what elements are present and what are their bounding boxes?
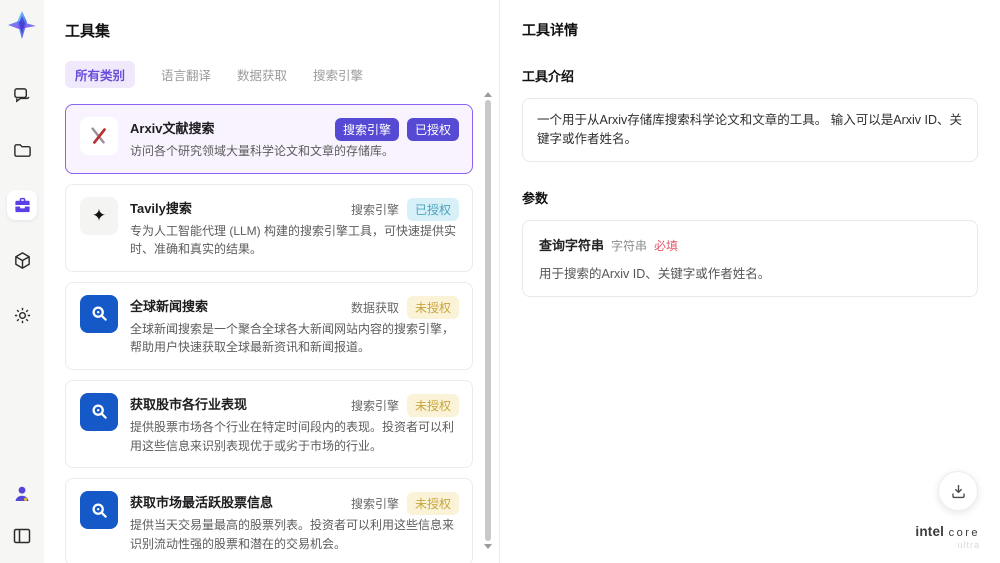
tool-list-item-1[interactable]: ✦ Tavily搜索 专为人工智能代理 (LLM) 构建的搜索引擎工具，可快速提… <box>65 183 473 272</box>
param-desc: 用于搜索的Arxiv ID、关键字或作者姓名。 <box>539 266 771 281</box>
tool-status-badge: 已授权 <box>406 118 459 141</box>
tab-1[interactable]: 语言翻译 <box>161 61 211 88</box>
tool-intro-text: 一个用于从Arxiv存储库搜索科学论文和文章的工具。 输入可以是Arxiv ID… <box>522 98 978 162</box>
params-heading: 参数 <box>522 190 549 206</box>
tool-badges: 搜索引擎 已授权 <box>350 197 459 221</box>
tool-list-item-3[interactable]: 获取股市各行业表现 提供股票市场各个行业在特定时间段内的表现。投资者可以利用这些… <box>65 379 473 469</box>
core-logo-text: core <box>948 526 980 539</box>
tab-3[interactable]: 搜索引擎 <box>313 61 363 88</box>
detail-title: 工具详情 <box>522 22 578 38</box>
tool-desc: 访问各个研究领域大量科学论文和文章的存储库。 <box>130 144 395 158</box>
tab-2[interactable]: 数据获取 <box>237 61 287 88</box>
arxiv-icon <box>80 117 118 155</box>
tool-list-item-0[interactable]: Arxiv文献搜索 访问各个研究领域大量科学论文和文章的存储库。 搜索引擎 已授权 <box>65 104 473 174</box>
tool-badges: 搜索引擎 未授权 <box>350 393 459 417</box>
param-card: 查询字符串 字符串 必填 用于搜索的Arxiv ID、关键字或作者姓名。 <box>522 219 978 297</box>
scrollbar-down-arrow-icon[interactable] <box>484 544 492 549</box>
chat-icon[interactable] <box>7 80 37 110</box>
rail-bottom <box>7 479 37 551</box>
app-logo-icon <box>7 10 37 40</box>
tool-category-badge: 数据获取 <box>350 300 399 315</box>
search-blue-icon <box>80 491 118 530</box>
tool-category-badge: 搜索引擎 <box>350 497 399 512</box>
list-scrollbar[interactable] <box>484 92 492 549</box>
tool-badges: 搜索引擎 已授权 <box>334 118 459 141</box>
tool-list-item-2[interactable]: 全球新闻搜索 全球新闻搜索是一个聚合全球各大新闻网站内容的搜索引擎，帮助用户快速… <box>65 281 473 370</box>
cube-icon[interactable] <box>7 245 37 275</box>
sparkle-icon: ✦ <box>80 196 118 235</box>
tool-detail-panel: 工具详情 工具介绍 一个用于从Arxiv存储库搜索科学论文和文章的工具。 输入可… <box>500 0 1000 563</box>
app-window: 工具集 所有类别 语言翻译 数据获取 搜索引擎 Arxiv文献搜索 访问各个研究领域大… <box>0 0 1000 563</box>
tool-list: Arxiv文献搜索 访问各个研究领域大量科学论文和文章的存储库。 搜索引擎 已授权… <box>65 104 473 563</box>
param-type: 字符串 <box>611 238 648 253</box>
search-blue-icon <box>80 294 118 333</box>
left-icon-rail <box>0 0 44 563</box>
search-blue-icon <box>80 392 118 431</box>
tool-category-badge: 搜索引擎 <box>350 398 399 413</box>
tool-desc: 专为人工智能代理 (LLM) 构建的搜索引擎工具，可快速提供实时、准确和真实的结… <box>130 223 457 257</box>
param-head: 查询字符串 字符串 必填 <box>539 235 961 254</box>
folder-icon[interactable] <box>7 135 37 165</box>
rail-nav <box>7 80 37 330</box>
tool-list-panel: 工具集 所有类别 语言翻译 数据获取 搜索引擎 Arxiv文献搜索 访问各个研究领域大… <box>44 0 500 563</box>
tool-status-badge: 未授权 <box>406 393 459 417</box>
tool-status-badge: 未授权 <box>406 295 459 319</box>
download-icon <box>951 484 965 498</box>
intel-logo-text: intel <box>915 523 945 539</box>
tool-desc: 提供当天交易量最高的股票列表。投资者可以利用这些信息来识别流动性强的股票和潜在的… <box>130 518 455 551</box>
param-required-badge: 必填 <box>654 238 679 253</box>
intro-heading: 工具介绍 <box>522 69 575 84</box>
ultra-logo-text: ultra <box>957 540 980 551</box>
category-tabs: 所有类别 语言翻译 数据获取 搜索引擎 <box>65 61 473 88</box>
tool-category-badge: 搜索引擎 <box>334 118 399 141</box>
tool-list-item-4[interactable]: 获取市场最活跃股票信息 提供当天交易量最高的股票列表。投资者可以利用这些信息来识… <box>65 478 473 563</box>
tool-status-badge: 已授权 <box>406 197 459 221</box>
param-name: 查询字符串 <box>539 237 605 253</box>
tool-category-badge: 搜索引擎 <box>350 202 399 217</box>
tool-badges: 数据获取 未授权 <box>350 295 459 319</box>
user-avatar-icon[interactable] <box>7 479 37 509</box>
tool-status-badge: 未授权 <box>406 492 459 516</box>
scrollbar-thumb[interactable] <box>485 100 491 541</box>
tool-desc: 全球新闻搜索是一个聚合全球各大新闻网站内容的搜索引擎，帮助用户快速获取全球最新资… <box>130 321 455 355</box>
scrollbar-up-arrow-icon[interactable] <box>484 92 492 97</box>
toolbox-icon[interactable] <box>7 190 37 220</box>
tool-desc: 提供股票市场各个行业在特定时间段内的表现。投资者可以利用这些信息来识别表现优于或… <box>130 419 455 453</box>
tab-0[interactable]: 所有类别 <box>65 61 136 88</box>
collapse-panel-icon[interactable] <box>7 521 37 551</box>
download-button[interactable] <box>938 471 978 511</box>
tool-badges: 搜索引擎 未授权 <box>350 492 459 516</box>
gear-icon[interactable] <box>7 300 37 330</box>
intel-core-logo: intel core ultra <box>915 523 980 551</box>
page-title: 工具集 <box>65 23 111 40</box>
